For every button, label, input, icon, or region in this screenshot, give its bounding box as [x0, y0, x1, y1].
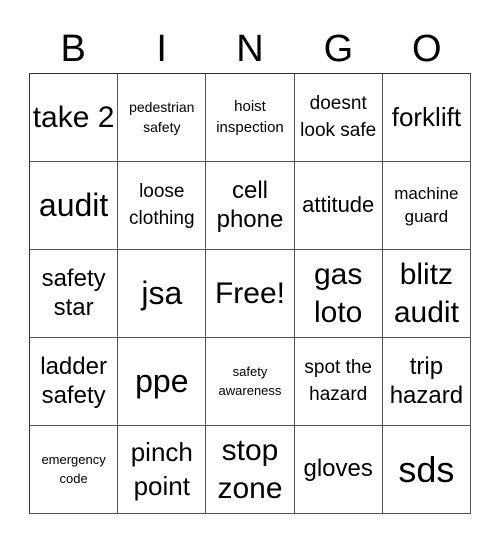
cell-label: forklift: [391, 101, 462, 132]
bingo-cell[interactable]: forklift: [382, 74, 471, 162]
cell-label: blitz audit: [393, 258, 459, 329]
bingo-header: B I N G O: [29, 26, 471, 72]
bingo-cell[interactable]: machine guard: [382, 162, 471, 250]
bingo-cell[interactable]: sds: [382, 426, 471, 514]
cell-label: audit: [38, 187, 109, 224]
bingo-cell[interactable]: emergency code: [30, 426, 119, 514]
cell-label: cell phone: [216, 176, 284, 233]
bingo-cell[interactable]: trip hazard: [382, 338, 471, 426]
bingo-cell[interactable]: gas loto: [294, 250, 383, 338]
bingo-cell[interactable]: take 2: [30, 74, 119, 162]
cell-label: hoist inspection: [216, 98, 284, 136]
cell-label: emergency code: [41, 451, 106, 486]
bingo-cell[interactable]: ppe: [118, 338, 207, 426]
bingo-cell[interactable]: cell phone: [206, 162, 295, 250]
cell-label: machine guard: [394, 184, 459, 226]
bingo-cell[interactable]: blitz audit: [382, 250, 471, 338]
cell-label: pinch point: [130, 436, 193, 501]
bingo-cell[interactable]: ladder safety: [30, 338, 119, 426]
bingo-grid: take 2 pedestrian safety hoist inspection d…: [29, 73, 471, 514]
bingo-cell[interactable]: stop zone: [206, 426, 295, 514]
bingo-cell[interactable]: audit: [30, 162, 119, 250]
cell-label: trip hazard: [389, 352, 464, 409]
cell-label: jsa: [141, 275, 183, 312]
header-letter-b: B: [60, 28, 86, 70]
cell-label: stop zone: [217, 434, 283, 505]
cell-label: Free!: [214, 276, 285, 310]
free-space-cell[interactable]: Free!: [206, 250, 295, 338]
bingo-cell[interactable]: jsa: [118, 250, 207, 338]
cell-label: safety star: [41, 264, 106, 321]
cell-label: gas loto: [314, 258, 363, 329]
cell-label: ppe: [135, 363, 189, 400]
bingo-cell[interactable]: pedestrian safety: [118, 74, 207, 162]
cell-label: spot the hazard: [304, 357, 372, 405]
header-letter-g: G: [323, 28, 354, 70]
bingo-cell[interactable]: hoist inspection: [206, 74, 295, 162]
cell-label: pedestrian safety: [129, 98, 195, 135]
header-letter-n: N: [236, 28, 264, 70]
bingo-cell[interactable]: spot the hazard: [294, 338, 383, 426]
cell-label: sds: [398, 448, 455, 490]
cell-label: attitude: [302, 192, 375, 218]
cell-label: ladder safety: [40, 352, 107, 409]
header-letter-o: O: [412, 28, 442, 70]
bingo-cell[interactable]: doesnt look safe: [294, 74, 383, 162]
cell-label: take 2: [32, 100, 115, 134]
bingo-cell[interactable]: loose clothing: [118, 162, 207, 250]
cell-label: loose clothing: [129, 181, 195, 229]
bingo-cell[interactable]: pinch point: [118, 426, 207, 514]
header-letter-i: I: [156, 28, 167, 70]
cell-label: doesnt look safe: [300, 93, 377, 141]
bingo-cell[interactable]: attitude: [294, 162, 383, 250]
cell-label: safety awareness: [218, 363, 282, 398]
bingo-cell[interactable]: safety star: [30, 250, 119, 338]
bingo-cell[interactable]: safety awareness: [206, 338, 295, 426]
bingo-cell[interactable]: gloves: [294, 426, 383, 514]
cell-label: gloves: [303, 455, 373, 483]
